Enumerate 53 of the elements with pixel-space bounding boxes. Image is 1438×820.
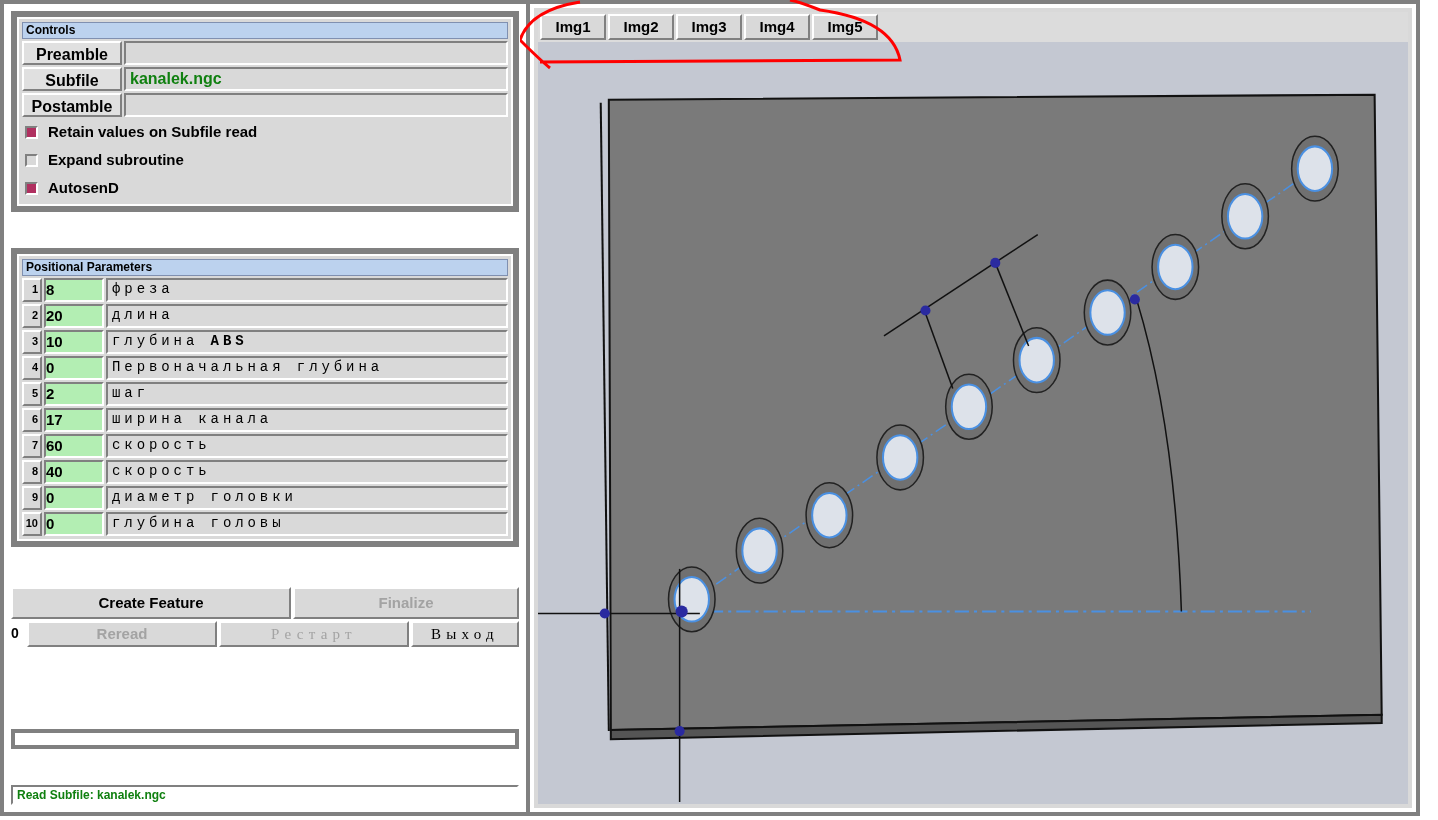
parameter-value-field[interactable]: 2 xyxy=(44,382,104,406)
action-button[interactable]: Выход xyxy=(411,621,519,647)
image-tab[interactable]: Img3 xyxy=(676,14,742,40)
checkbox-label: AutosenD xyxy=(48,177,119,198)
parameter-label: скорость xyxy=(106,434,508,458)
parameter-index: 4 xyxy=(22,356,42,380)
file-field[interactable]: kanalek.ngc xyxy=(124,67,508,91)
parameter-value-field[interactable]: 17 xyxy=(44,408,104,432)
panel-title: Controls xyxy=(22,22,508,39)
parameter-label: длина xyxy=(106,304,508,328)
checkbox[interactable] xyxy=(25,153,38,167)
parameter-index: 9 xyxy=(22,486,42,510)
file-button[interactable]: Postamble xyxy=(22,93,122,117)
parameter-label: диаметр головки xyxy=(106,486,508,510)
status-bar: Read Subfile: kanalek.ngc xyxy=(11,785,519,805)
checkbox-label: Retain values on Subfile read xyxy=(48,121,258,142)
parameter-value-field[interactable]: 0 xyxy=(44,356,104,380)
parameter-value-field[interactable]: 60 xyxy=(44,434,104,458)
image-tab[interactable]: Img5 xyxy=(812,14,878,40)
image-tab[interactable]: Img1 xyxy=(540,14,606,40)
checkbox[interactable] xyxy=(25,125,38,139)
parameter-label: Первоначальная глубина xyxy=(106,356,508,380)
checkbox[interactable] xyxy=(25,181,38,195)
parameter-value-field[interactable]: 0 xyxy=(44,486,104,510)
file-button[interactable]: Subfile xyxy=(22,67,122,91)
checkbox-label: Expand subroutine xyxy=(48,149,184,170)
file-field[interactable] xyxy=(124,93,508,117)
parameter-label: ширина канала xyxy=(106,408,508,432)
parameter-value-field[interactable]: 8 xyxy=(44,278,104,302)
counter: 0 xyxy=(11,624,20,643)
file-button[interactable]: Preamble xyxy=(22,41,122,65)
parameter-index: 2 xyxy=(22,304,42,328)
image-tab[interactable]: Img4 xyxy=(744,14,810,40)
parameter-value-field[interactable]: 0 xyxy=(44,512,104,536)
panel-title: Positional Parameters xyxy=(22,259,508,276)
file-field[interactable] xyxy=(124,41,508,65)
parameter-index: 1 xyxy=(22,278,42,302)
parameter-label: шаг xyxy=(106,382,508,406)
parameter-label: фреза xyxy=(106,278,508,302)
parameter-index: 10 xyxy=(22,512,42,536)
parameter-index: 5 xyxy=(22,382,42,406)
parameter-index: 8 xyxy=(22,460,42,484)
parameter-value-field[interactable]: 40 xyxy=(44,460,104,484)
parameter-index: 3 xyxy=(22,330,42,354)
image-tab[interactable]: Img2 xyxy=(608,14,674,40)
parameter-label: скорость xyxy=(106,460,508,484)
parameter-index: 6 xyxy=(22,408,42,432)
parameter-index: 7 xyxy=(22,434,42,458)
parameter-label: глубина ABS xyxy=(106,330,508,354)
action-button[interactable]: Create Feature xyxy=(11,587,291,619)
parameter-value-field[interactable]: 20 xyxy=(44,304,104,328)
parameter-value-field[interactable]: 10 xyxy=(44,330,104,354)
parameter-label: глубина головы xyxy=(106,512,508,536)
